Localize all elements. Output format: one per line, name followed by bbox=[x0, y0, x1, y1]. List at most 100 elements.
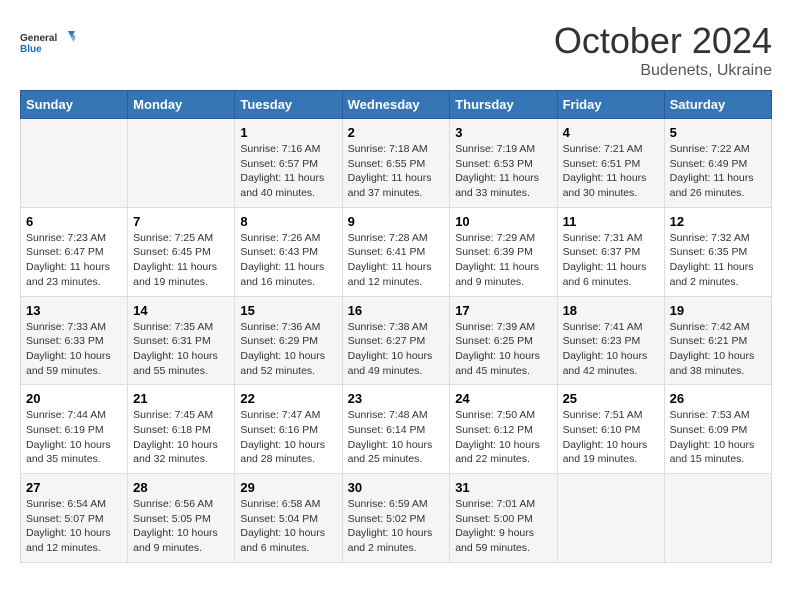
day-cell bbox=[128, 119, 235, 208]
day-content: Sunrise: 7:50 AM Sunset: 6:12 PM Dayligh… bbox=[455, 408, 551, 467]
day-content: Sunrise: 7:45 AM Sunset: 6:18 PM Dayligh… bbox=[133, 408, 229, 467]
day-number: 6 bbox=[26, 214, 122, 229]
calendar-header-row: SundayMondayTuesdayWednesdayThursdayFrid… bbox=[21, 91, 772, 119]
day-content: Sunrise: 7:22 AM Sunset: 6:49 PM Dayligh… bbox=[670, 142, 766, 201]
day-number: 25 bbox=[563, 391, 659, 406]
day-content: Sunrise: 7:36 AM Sunset: 6:29 PM Dayligh… bbox=[240, 320, 336, 379]
day-number: 2 bbox=[348, 125, 445, 140]
day-cell: 8Sunrise: 7:26 AM Sunset: 6:43 PM Daylig… bbox=[235, 207, 342, 296]
day-cell: 18 Sunrise: 7:41 AM Sunset: 6:23 PM Dayli… bbox=[557, 296, 664, 385]
day-number: 15 bbox=[240, 303, 336, 318]
day-number: 21 bbox=[133, 391, 229, 406]
col-header-saturday: Saturday bbox=[664, 91, 771, 119]
day-content: Sunrise: 7:28 AM Sunset: 6:41 PM Dayligh… bbox=[348, 231, 445, 290]
day-cell bbox=[664, 474, 771, 563]
subtitle: Budenets, Ukraine bbox=[554, 62, 772, 80]
day-cell: 1 Sunrise: 7:16 AM Sunset: 6:57 PM Daylig… bbox=[235, 119, 342, 208]
day-number: 5 bbox=[670, 125, 766, 140]
day-content: Sunrise: 7:16 AM Sunset: 6:57 PM Dayligh… bbox=[240, 142, 336, 201]
day-number: 13 bbox=[26, 303, 122, 318]
day-cell: 5 Sunrise: 7:22 AM Sunset: 6:49 PM Daylig… bbox=[664, 119, 771, 208]
day-number: 17 bbox=[455, 303, 551, 318]
week-row-4: 20Sunrise: 7:44 AM Sunset: 6:19 PM Dayli… bbox=[21, 385, 772, 474]
day-number: 28 bbox=[133, 480, 229, 495]
day-cell: 10Sunrise: 7:29 AM Sunset: 6:39 PM Dayli… bbox=[450, 207, 557, 296]
week-row-1: 1 Sunrise: 7:16 AM Sunset: 6:57 PM Daylig… bbox=[21, 119, 772, 208]
day-cell: 30 Sunrise: 6:59 AM Sunset: 5:02 PM Dayli… bbox=[342, 474, 450, 563]
day-cell: 12Sunrise: 7:32 AM Sunset: 6:35 PM Dayli… bbox=[664, 207, 771, 296]
day-content: Sunrise: 6:59 AM Sunset: 5:02 PM Dayligh… bbox=[348, 497, 445, 556]
day-content: Sunrise: 6:54 AM Sunset: 5:07 PM Dayligh… bbox=[26, 497, 122, 556]
day-number: 7 bbox=[133, 214, 229, 229]
day-number: 27 bbox=[26, 480, 122, 495]
day-cell: 9 Sunrise: 7:28 AM Sunset: 6:41 PM Daylig… bbox=[342, 207, 450, 296]
day-content: Sunrise: 6:56 AM Sunset: 5:05 PM Dayligh… bbox=[133, 497, 229, 556]
day-cell bbox=[21, 119, 128, 208]
day-number: 11 bbox=[563, 214, 659, 229]
week-row-5: 27 Sunrise: 6:54 AM Sunset: 5:07 PM Dayli… bbox=[21, 474, 772, 563]
day-number: 19 bbox=[670, 303, 766, 318]
day-number: 31 bbox=[455, 480, 551, 495]
day-cell: 25 Sunrise: 7:51 AM Sunset: 6:10 PM Dayli… bbox=[557, 385, 664, 474]
day-number: 29 bbox=[240, 480, 336, 495]
day-cell: 22 Sunrise: 7:47 AM Sunset: 6:16 PM Dayli… bbox=[235, 385, 342, 474]
day-number: 12 bbox=[670, 214, 766, 229]
day-cell: 4Sunrise: 7:21 AM Sunset: 6:51 PM Daylig… bbox=[557, 119, 664, 208]
day-number: 20 bbox=[26, 391, 122, 406]
day-content: Sunrise: 7:53 AM Sunset: 6:09 PM Dayligh… bbox=[670, 408, 766, 467]
day-cell: 16 Sunrise: 7:38 AM Sunset: 6:27 PM Dayli… bbox=[342, 296, 450, 385]
col-header-tuesday: Tuesday bbox=[235, 91, 342, 119]
day-content: Sunrise: 7:42 AM Sunset: 6:21 PM Dayligh… bbox=[670, 320, 766, 379]
day-cell bbox=[557, 474, 664, 563]
day-content: Sunrise: 7:51 AM Sunset: 6:10 PM Dayligh… bbox=[563, 408, 659, 467]
col-header-sunday: Sunday bbox=[21, 91, 128, 119]
day-number: 22 bbox=[240, 391, 336, 406]
month-title: October 2024 bbox=[554, 20, 772, 62]
day-number: 16 bbox=[348, 303, 445, 318]
day-cell: 13Sunrise: 7:33 AM Sunset: 6:33 PM Dayli… bbox=[21, 296, 128, 385]
col-header-monday: Monday bbox=[128, 91, 235, 119]
svg-text:General: General bbox=[20, 33, 57, 44]
day-number: 30 bbox=[348, 480, 445, 495]
day-content: Sunrise: 7:39 AM Sunset: 6:25 PM Dayligh… bbox=[455, 320, 551, 379]
day-cell: 15 Sunrise: 7:36 AM Sunset: 6:29 PM Dayli… bbox=[235, 296, 342, 385]
day-number: 24 bbox=[455, 391, 551, 406]
day-cell: 27 Sunrise: 6:54 AM Sunset: 5:07 PM Dayli… bbox=[21, 474, 128, 563]
day-content: Sunrise: 7:25 AM Sunset: 6:45 PM Dayligh… bbox=[133, 231, 229, 290]
col-header-friday: Friday bbox=[557, 91, 664, 119]
day-cell: 31Sunrise: 7:01 AM Sunset: 5:00 PM Dayli… bbox=[450, 474, 557, 563]
logo: General Blue bbox=[20, 20, 75, 65]
week-row-2: 6Sunrise: 7:23 AM Sunset: 6:47 PM Daylig… bbox=[21, 207, 772, 296]
day-cell: 3Sunrise: 7:19 AM Sunset: 6:53 PM Daylig… bbox=[450, 119, 557, 208]
day-content: Sunrise: 7:18 AM Sunset: 6:55 PM Dayligh… bbox=[348, 142, 445, 201]
week-row-3: 13Sunrise: 7:33 AM Sunset: 6:33 PM Dayli… bbox=[21, 296, 772, 385]
day-content: Sunrise: 7:41 AM Sunset: 6:23 PM Dayligh… bbox=[563, 320, 659, 379]
svg-text:Blue: Blue bbox=[20, 44, 42, 55]
day-cell: 23Sunrise: 7:48 AM Sunset: 6:14 PM Dayli… bbox=[342, 385, 450, 474]
day-content: Sunrise: 7:47 AM Sunset: 6:16 PM Dayligh… bbox=[240, 408, 336, 467]
day-content: Sunrise: 7:19 AM Sunset: 6:53 PM Dayligh… bbox=[455, 142, 551, 201]
day-number: 14 bbox=[133, 303, 229, 318]
day-content: Sunrise: 7:31 AM Sunset: 6:37 PM Dayligh… bbox=[563, 231, 659, 290]
day-cell: 7 Sunrise: 7:25 AM Sunset: 6:45 PM Daylig… bbox=[128, 207, 235, 296]
day-number: 18 bbox=[563, 303, 659, 318]
day-cell: 26 Sunrise: 7:53 AM Sunset: 6:09 PM Dayli… bbox=[664, 385, 771, 474]
day-cell: 29 Sunrise: 6:58 AM Sunset: 5:04 PM Dayli… bbox=[235, 474, 342, 563]
day-cell: 11 Sunrise: 7:31 AM Sunset: 6:37 PM Dayli… bbox=[557, 207, 664, 296]
header: General Blue October 2024 Budenets, Ukra… bbox=[20, 20, 772, 80]
calendar-table: SundayMondayTuesdayWednesdayThursdayFrid… bbox=[20, 90, 772, 563]
day-number: 1 bbox=[240, 125, 336, 140]
col-header-thursday: Thursday bbox=[450, 91, 557, 119]
day-content: Sunrise: 7:29 AM Sunset: 6:39 PM Dayligh… bbox=[455, 231, 551, 290]
col-header-wednesday: Wednesday bbox=[342, 91, 450, 119]
title-area: October 2024 Budenets, Ukraine bbox=[554, 20, 772, 80]
day-content: Sunrise: 7:26 AM Sunset: 6:43 PM Dayligh… bbox=[240, 231, 336, 290]
day-content: Sunrise: 7:38 AM Sunset: 6:27 PM Dayligh… bbox=[348, 320, 445, 379]
day-content: Sunrise: 7:21 AM Sunset: 6:51 PM Dayligh… bbox=[563, 142, 659, 201]
day-number: 9 bbox=[348, 214, 445, 229]
day-cell: 6Sunrise: 7:23 AM Sunset: 6:47 PM Daylig… bbox=[21, 207, 128, 296]
day-cell: 20Sunrise: 7:44 AM Sunset: 6:19 PM Dayli… bbox=[21, 385, 128, 474]
day-content: Sunrise: 6:58 AM Sunset: 5:04 PM Dayligh… bbox=[240, 497, 336, 556]
day-cell: 24 Sunrise: 7:50 AM Sunset: 6:12 PM Dayli… bbox=[450, 385, 557, 474]
day-number: 26 bbox=[670, 391, 766, 406]
